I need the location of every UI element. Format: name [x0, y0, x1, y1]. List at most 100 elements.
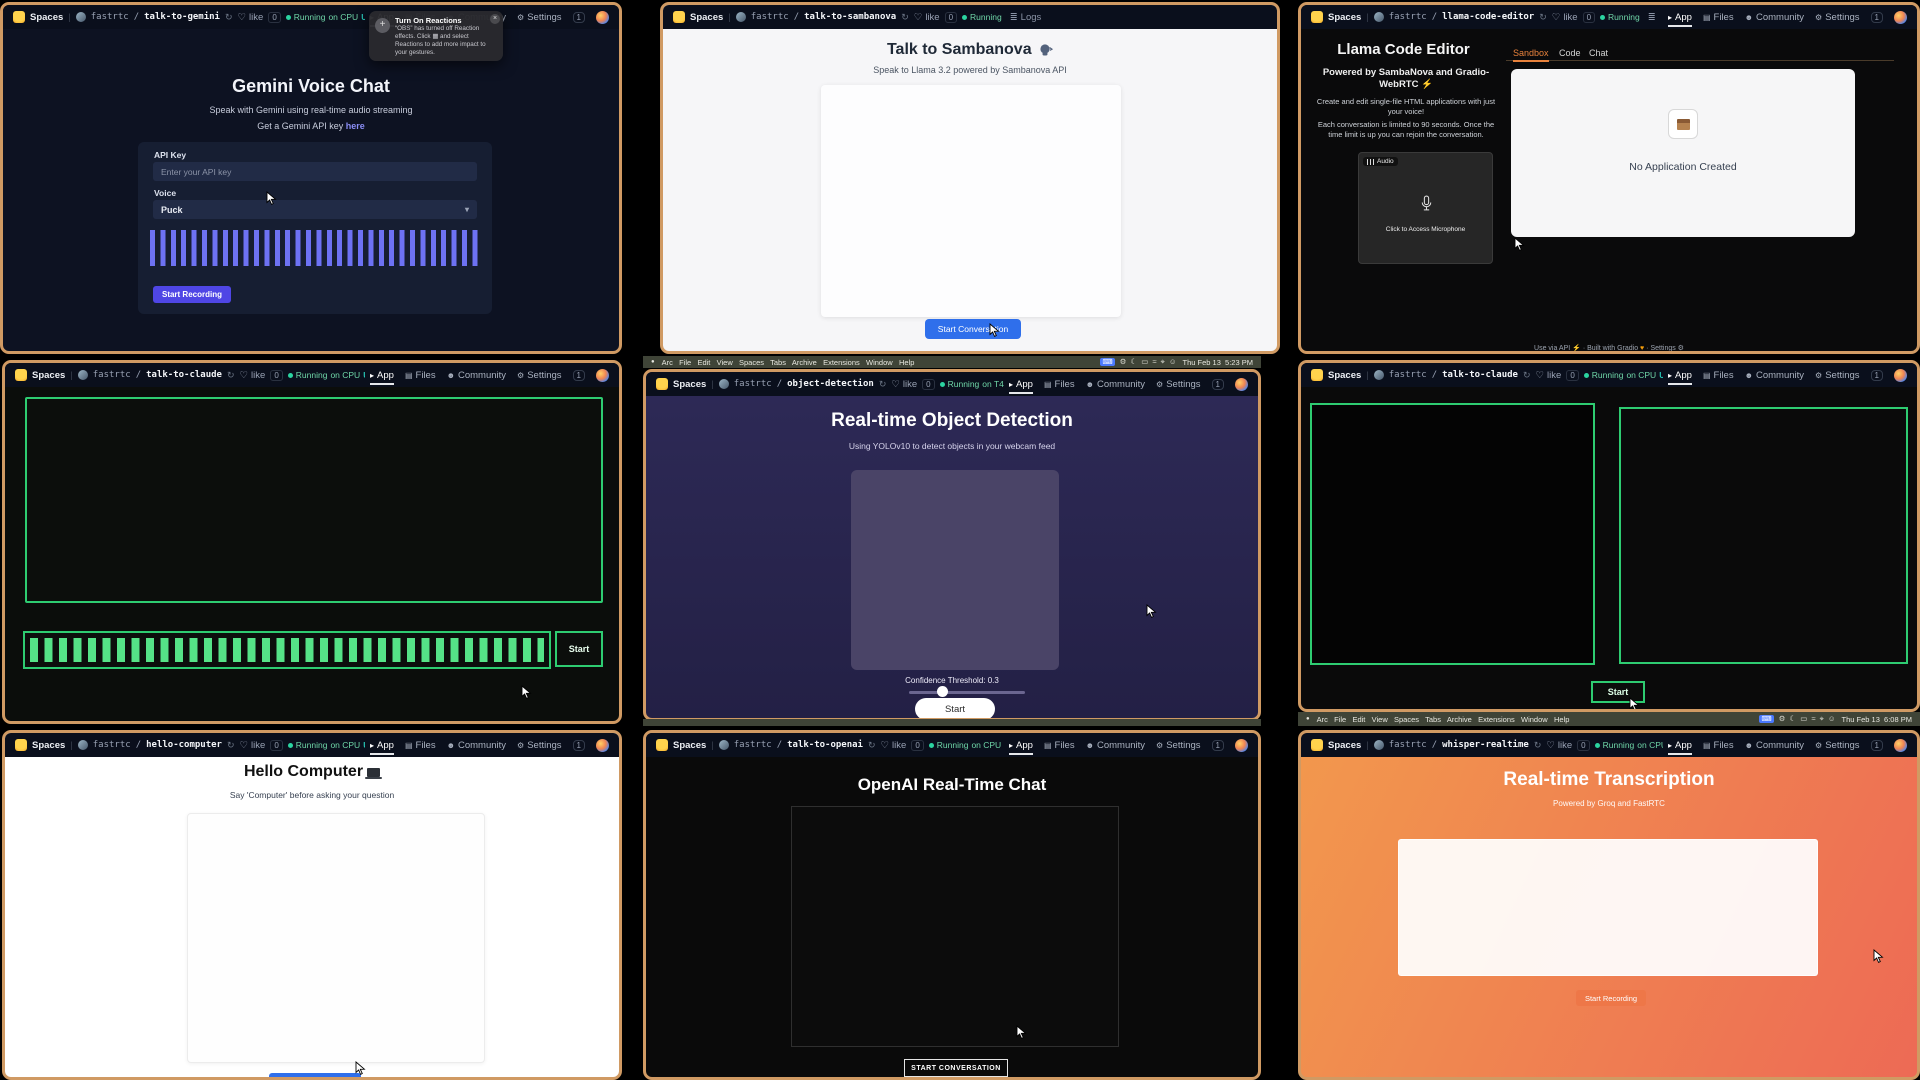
tab-settings[interactable]: ⚙Settings: [1815, 736, 1860, 755]
spaces-label[interactable]: Spaces: [1328, 740, 1361, 751]
user-avatar[interactable]: [1894, 369, 1907, 382]
screen-record-icon[interactable]: ⌨: [1759, 715, 1773, 723]
spaces-label[interactable]: Spaces: [673, 740, 706, 751]
duplicate-space-icon[interactable]: ↻: [225, 12, 233, 23]
tab-app[interactable]: ▸App: [370, 736, 394, 755]
duplicate-space-icon[interactable]: ↻: [227, 370, 235, 381]
user-badge[interactable]: 1: [1871, 12, 1883, 23]
tab-files[interactable]: ▤Files: [1703, 366, 1734, 385]
like-count[interactable]: 0: [268, 12, 280, 23]
spaces-label[interactable]: Spaces: [32, 740, 65, 751]
space-name[interactable]: talk-to-claude: [146, 370, 222, 380]
tab-settings[interactable]: ⚙Settings: [517, 366, 562, 385]
space-org[interactable]: fastrtc: [734, 379, 772, 389]
like-count[interactable]: 0: [911, 740, 923, 751]
tab-community[interactable]: ☻Community: [1745, 736, 1804, 755]
like-count[interactable]: 0: [1566, 370, 1578, 381]
tab-chat[interactable]: Chat: [1589, 48, 1608, 58]
tab-settings[interactable]: ⚙Settings: [517, 8, 562, 27]
like-count[interactable]: 0: [945, 12, 957, 23]
spaces-label[interactable]: Spaces: [30, 12, 63, 23]
like-button[interactable]: ♡like: [240, 370, 266, 381]
voice-select[interactable]: Puck ▾: [153, 200, 477, 219]
tab-app[interactable]: ▸App: [1668, 736, 1692, 755]
tab-settings[interactable]: ⚙Settings: [1815, 8, 1860, 27]
duplicate-space-icon[interactable]: ↻: [901, 12, 909, 23]
menubar-status-icons[interactable]: ⚙ ☾ ▭ ≈ ⌖ ☺: [1120, 357, 1178, 367]
tab-files[interactable]: ▤Files: [1044, 736, 1075, 755]
user-avatar[interactable]: [1235, 739, 1248, 752]
user-badge[interactable]: 1: [1871, 740, 1883, 751]
tab-app[interactable]: ▸App: [370, 366, 394, 385]
start-recording-button[interactable]: Start Recording: [153, 286, 231, 303]
user-avatar[interactable]: [1894, 739, 1907, 752]
tab-app[interactable]: ▸App: [1668, 8, 1692, 27]
footer-settings-link[interactable]: Settings ⚙: [1650, 345, 1684, 352]
status-upgrade[interactable]: UPGRADE: [363, 371, 365, 380]
like-button[interactable]: ♡like: [914, 12, 940, 23]
spaces-label[interactable]: Spaces: [32, 370, 65, 381]
tab-settings[interactable]: ⚙Settings: [1156, 736, 1201, 755]
like-button[interactable]: ♡like: [1546, 740, 1572, 751]
user-badge[interactable]: 1: [1212, 379, 1224, 390]
spaces-label[interactable]: Spaces: [690, 12, 723, 23]
space-name[interactable]: whisper-realtime: [1442, 740, 1529, 750]
space-org[interactable]: fastrtc: [734, 740, 772, 750]
screen-record-icon[interactable]: ⌨: [1100, 358, 1114, 366]
user-badge[interactable]: 1: [1212, 740, 1224, 751]
duplicate-space-icon[interactable]: ↻: [868, 740, 876, 751]
duplicate-space-icon[interactable]: ↻: [227, 740, 235, 751]
space-name[interactable]: talk-to-openai: [787, 740, 863, 750]
start-conversation-button[interactable]: Start Conversation: [269, 1073, 361, 1080]
tab-community[interactable]: ☻Community: [1086, 736, 1145, 755]
menubar-status-icons[interactable]: ⚙ ☾ ▭ ≈ ⌖ ☺: [1779, 714, 1837, 724]
like-button[interactable]: ♡like: [881, 740, 907, 751]
spaces-label[interactable]: Spaces: [1328, 370, 1361, 381]
like-button[interactable]: ♡like: [238, 12, 264, 23]
start-conversation-button[interactable]: Start Conversation: [925, 319, 1021, 339]
user-badge[interactable]: 1: [573, 740, 585, 751]
use-via-api-link[interactable]: Use via API ⚡: [1534, 345, 1581, 352]
logs-button[interactable]: ≣: [1648, 12, 1659, 23]
mic-access-label[interactable]: Click to Access Microphone: [1359, 226, 1492, 233]
apple-menu-icon[interactable]: ●: [1306, 716, 1310, 722]
status-upgrade[interactable]: UPGRADE: [363, 741, 365, 750]
like-button[interactable]: ♡like: [1552, 12, 1578, 23]
status-upgrade[interactable]: UPGRADE: [361, 13, 365, 22]
duplicate-space-icon[interactable]: ↻: [879, 379, 887, 390]
user-avatar[interactable]: [1894, 11, 1907, 24]
space-name[interactable]: object-detection: [787, 379, 874, 389]
menubar-menus[interactable]: Arc File Edit View Spaces Tabs Archive E…: [662, 358, 915, 367]
user-avatar[interactable]: [596, 11, 609, 24]
like-count[interactable]: 0: [270, 370, 282, 381]
spaces-label[interactable]: Spaces: [673, 379, 706, 390]
like-count[interactable]: 0: [270, 740, 282, 751]
tab-app[interactable]: ▸App: [1009, 375, 1033, 394]
tab-files[interactable]: ▤Files: [1703, 736, 1734, 755]
tab-settings[interactable]: ⚙Settings: [1815, 366, 1860, 385]
status-upgrade[interactable]: UPGRADE: [1659, 371, 1663, 380]
space-org[interactable]: fastrtc: [1389, 12, 1427, 22]
tab-files[interactable]: ▤Files: [405, 736, 436, 755]
tab-settings[interactable]: ⚙Settings: [517, 736, 562, 755]
like-button[interactable]: ♡like: [1536, 370, 1562, 381]
like-button[interactable]: ♡like: [240, 740, 266, 751]
tab-settings[interactable]: ⚙Settings: [1156, 375, 1201, 394]
api-key-link[interactable]: here: [346, 121, 365, 131]
logs-button[interactable]: ≣Logs: [1010, 12, 1042, 23]
user-badge[interactable]: 1: [573, 12, 585, 23]
space-name[interactable]: talk-to-gemini: [144, 12, 220, 22]
user-avatar[interactable]: [596, 369, 609, 382]
space-name[interactable]: llama-code-editor: [1442, 12, 1534, 22]
like-count[interactable]: 0: [1583, 12, 1595, 23]
space-name[interactable]: talk-to-claude: [1442, 370, 1518, 380]
start-button[interactable]: Start: [915, 698, 995, 720]
like-button[interactable]: ♡like: [891, 379, 917, 390]
user-badge[interactable]: 1: [1871, 370, 1883, 381]
duplicate-space-icon[interactable]: ↻: [1523, 370, 1531, 381]
tab-app[interactable]: ▸App: [1668, 366, 1692, 385]
api-key-input[interactable]: [153, 162, 477, 181]
tab-community[interactable]: ☻Community: [447, 366, 506, 385]
start-conversation-button[interactable]: START CONVERSATION: [904, 1059, 1008, 1077]
tab-community[interactable]: ☻Community: [1086, 375, 1145, 394]
